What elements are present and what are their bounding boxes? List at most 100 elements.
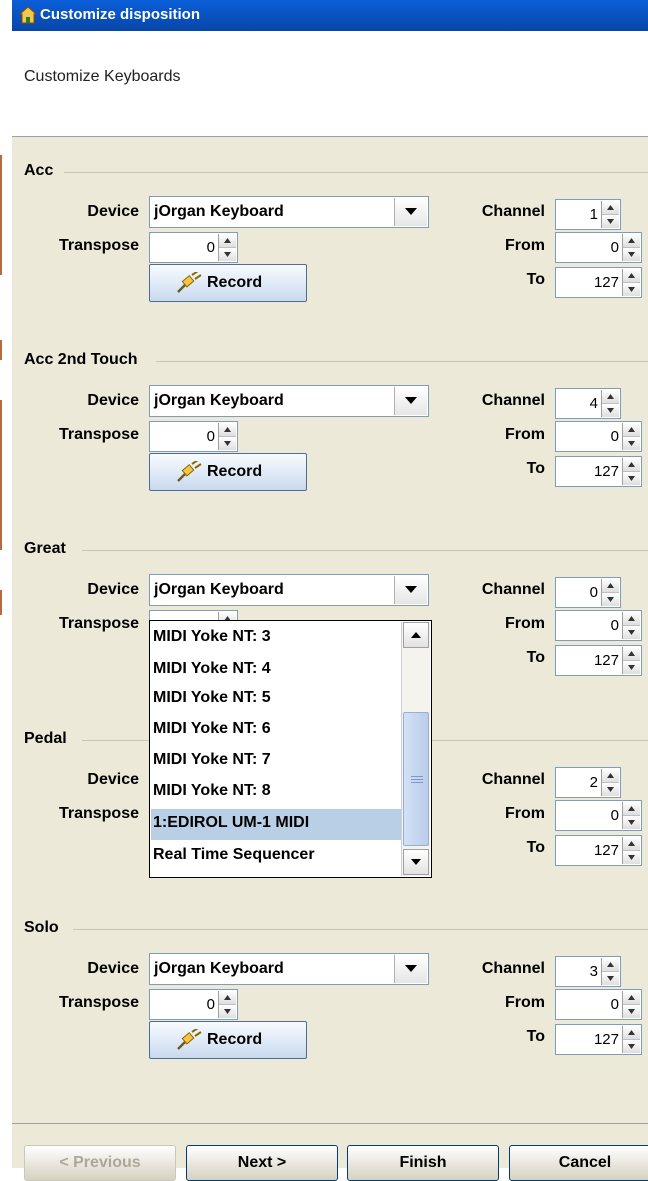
spinner-down-button[interactable] <box>623 472 640 485</box>
dropdown-option[interactable]: MIDI Yoke NT: 7 <box>151 746 401 777</box>
channel-spinner[interactable]: 4 <box>555 388 621 419</box>
dropdown-button[interactable] <box>394 955 427 983</box>
device-select[interactable]: jOrgan Keyboard <box>149 574 429 606</box>
transpose-spinner[interactable]: 0 <box>149 989 238 1020</box>
spinner-up-button[interactable] <box>623 458 640 472</box>
transpose-spinner[interactable]: 0 <box>149 232 238 263</box>
section-divider <box>63 172 648 173</box>
record-button[interactable]: Record <box>149 264 307 302</box>
spinner-down-button[interactable] <box>602 215 619 228</box>
from-spinner[interactable]: 0 <box>555 421 642 452</box>
spinner-down-button[interactable] <box>602 783 619 796</box>
spinner-down-button[interactable] <box>219 1005 236 1018</box>
dropdown-option[interactable]: Real Time Sequencer <box>151 841 401 872</box>
device-select[interactable]: jOrgan Keyboard <box>149 385 429 417</box>
scroll-up-button[interactable] <box>403 622 429 648</box>
device-select[interactable]: jOrgan Keyboard <box>149 196 429 228</box>
spinner-up-button[interactable] <box>602 769 619 783</box>
dropdown-option[interactable]: 1:EDIROL UM-1 MIDI <box>151 809 401 840</box>
previous-button[interactable]: < Previous <box>24 1145 176 1181</box>
spinner-down-button[interactable] <box>623 661 640 674</box>
title-bar[interactable]: Customize disposition <box>12 0 648 31</box>
channel-spinner[interactable]: 1 <box>555 199 621 230</box>
window-left-edge <box>0 0 12 1168</box>
footer-divider <box>12 1123 648 1124</box>
spinner-down-button[interactable] <box>602 593 619 606</box>
device-value: jOrgan Keyboard <box>154 960 284 977</box>
spinner-down-button[interactable] <box>623 283 640 296</box>
spinner-down-button[interactable] <box>219 437 236 450</box>
spinner-up-button[interactable] <box>623 1026 640 1040</box>
dropdown-scrollbar[interactable] <box>401 622 430 876</box>
arrow-up-icon <box>411 632 421 638</box>
spinner-up-button[interactable] <box>623 991 640 1005</box>
transpose-spinner[interactable]: 0 <box>149 421 238 452</box>
spinner-down-button[interactable] <box>623 626 640 639</box>
transpose-label: Transpose <box>58 615 139 632</box>
device-select[interactable]: jOrgan Keyboard <box>149 953 429 985</box>
next-button[interactable]: Next > <box>186 1145 338 1181</box>
dropdown-option[interactable]: MIDI Yoke NT: 4 <box>151 655 401 686</box>
header-panel: Customize Keyboards <box>12 31 648 137</box>
spinner-down-button[interactable] <box>623 1040 640 1053</box>
spinner-up-button[interactable] <box>219 991 236 1005</box>
dropdown-button[interactable] <box>394 198 427 226</box>
dropdown-option[interactable]: MIDI Yoke NT: 5 <box>151 684 401 715</box>
channel-spinner[interactable]: 2 <box>555 767 621 798</box>
from-spinner[interactable]: 0 <box>555 989 642 1020</box>
spinner-down-button[interactable] <box>623 437 640 450</box>
from-spinner[interactable]: 0 <box>555 610 642 641</box>
dropdown-option[interactable]: MIDI Yoke NT: 8 <box>151 777 401 808</box>
home-icon <box>19 6 37 24</box>
to-spinner[interactable]: 127 <box>555 267 642 298</box>
spinner-up-button[interactable] <box>623 423 640 437</box>
spinner-up-button[interactable] <box>219 234 236 248</box>
from-spinner[interactable]: 0 <box>555 800 642 831</box>
spinner-down-button[interactable] <box>623 851 640 864</box>
section-divider <box>155 361 648 362</box>
chevron-down-icon <box>405 397 417 404</box>
spinner-up-button[interactable] <box>602 390 619 404</box>
spinner-up-button[interactable] <box>623 802 640 816</box>
spinner-up-button[interactable] <box>623 269 640 283</box>
scroll-down-button[interactable] <box>403 849 429 875</box>
spinner-down-button[interactable] <box>219 248 236 261</box>
spinner-up-button[interactable] <box>219 423 236 437</box>
spinner-up-button[interactable] <box>623 837 640 851</box>
record-button[interactable]: Record <box>149 453 307 491</box>
device-value: jOrgan Keyboard <box>154 581 284 598</box>
spinner-up-button[interactable] <box>602 958 619 972</box>
channel-spinner[interactable]: 0 <box>555 577 621 608</box>
to-label: To <box>526 1028 545 1045</box>
spinner-down-button[interactable] <box>623 816 640 829</box>
dropdown-button[interactable] <box>394 387 427 415</box>
spinner-up-button[interactable] <box>623 234 640 248</box>
dropdown-option[interactable]: MIDI Yoke NT: 3 <box>151 623 401 654</box>
spinner-up-button[interactable] <box>602 579 619 593</box>
finish-button[interactable]: Finish <box>347 1145 499 1181</box>
spinner-up-button[interactable] <box>602 201 619 215</box>
to-spinner[interactable]: 127 <box>555 1024 642 1055</box>
device-dropdown-list[interactable]: MIDI Yoke NT: 3 MIDI Yoke NT: 4 MIDI Yoke … <box>149 620 432 878</box>
scroll-thumb[interactable] <box>403 712 429 846</box>
channel-spinner[interactable]: 3 <box>555 956 621 987</box>
dropdown-option[interactable]: MIDI Yoke NT: 6 <box>151 715 401 746</box>
record-button[interactable]: Record <box>149 1021 307 1059</box>
transpose-label: Transpose <box>58 237 139 254</box>
spinner-down-button[interactable] <box>602 972 619 985</box>
spinner-down-button[interactable] <box>623 1005 640 1018</box>
spinner-up-button[interactable] <box>623 647 640 661</box>
section-title: Acc <box>24 162 54 179</box>
from-spinner[interactable]: 0 <box>555 232 642 263</box>
spinner-up-button[interactable] <box>623 612 640 626</box>
window-title: Customize disposition <box>40 6 201 23</box>
cancel-button[interactable]: Cancel <box>509 1145 648 1181</box>
to-spinner[interactable]: 127 <box>555 456 642 487</box>
dropdown-button[interactable] <box>394 576 427 604</box>
to-spinner[interactable]: 127 <box>555 835 642 866</box>
spinner-down-button[interactable] <box>623 248 640 261</box>
to-spinner[interactable]: 127 <box>555 645 642 676</box>
device-label: Device <box>87 392 139 409</box>
spinner-down-button[interactable] <box>602 404 619 417</box>
device-label: Device <box>87 581 139 598</box>
